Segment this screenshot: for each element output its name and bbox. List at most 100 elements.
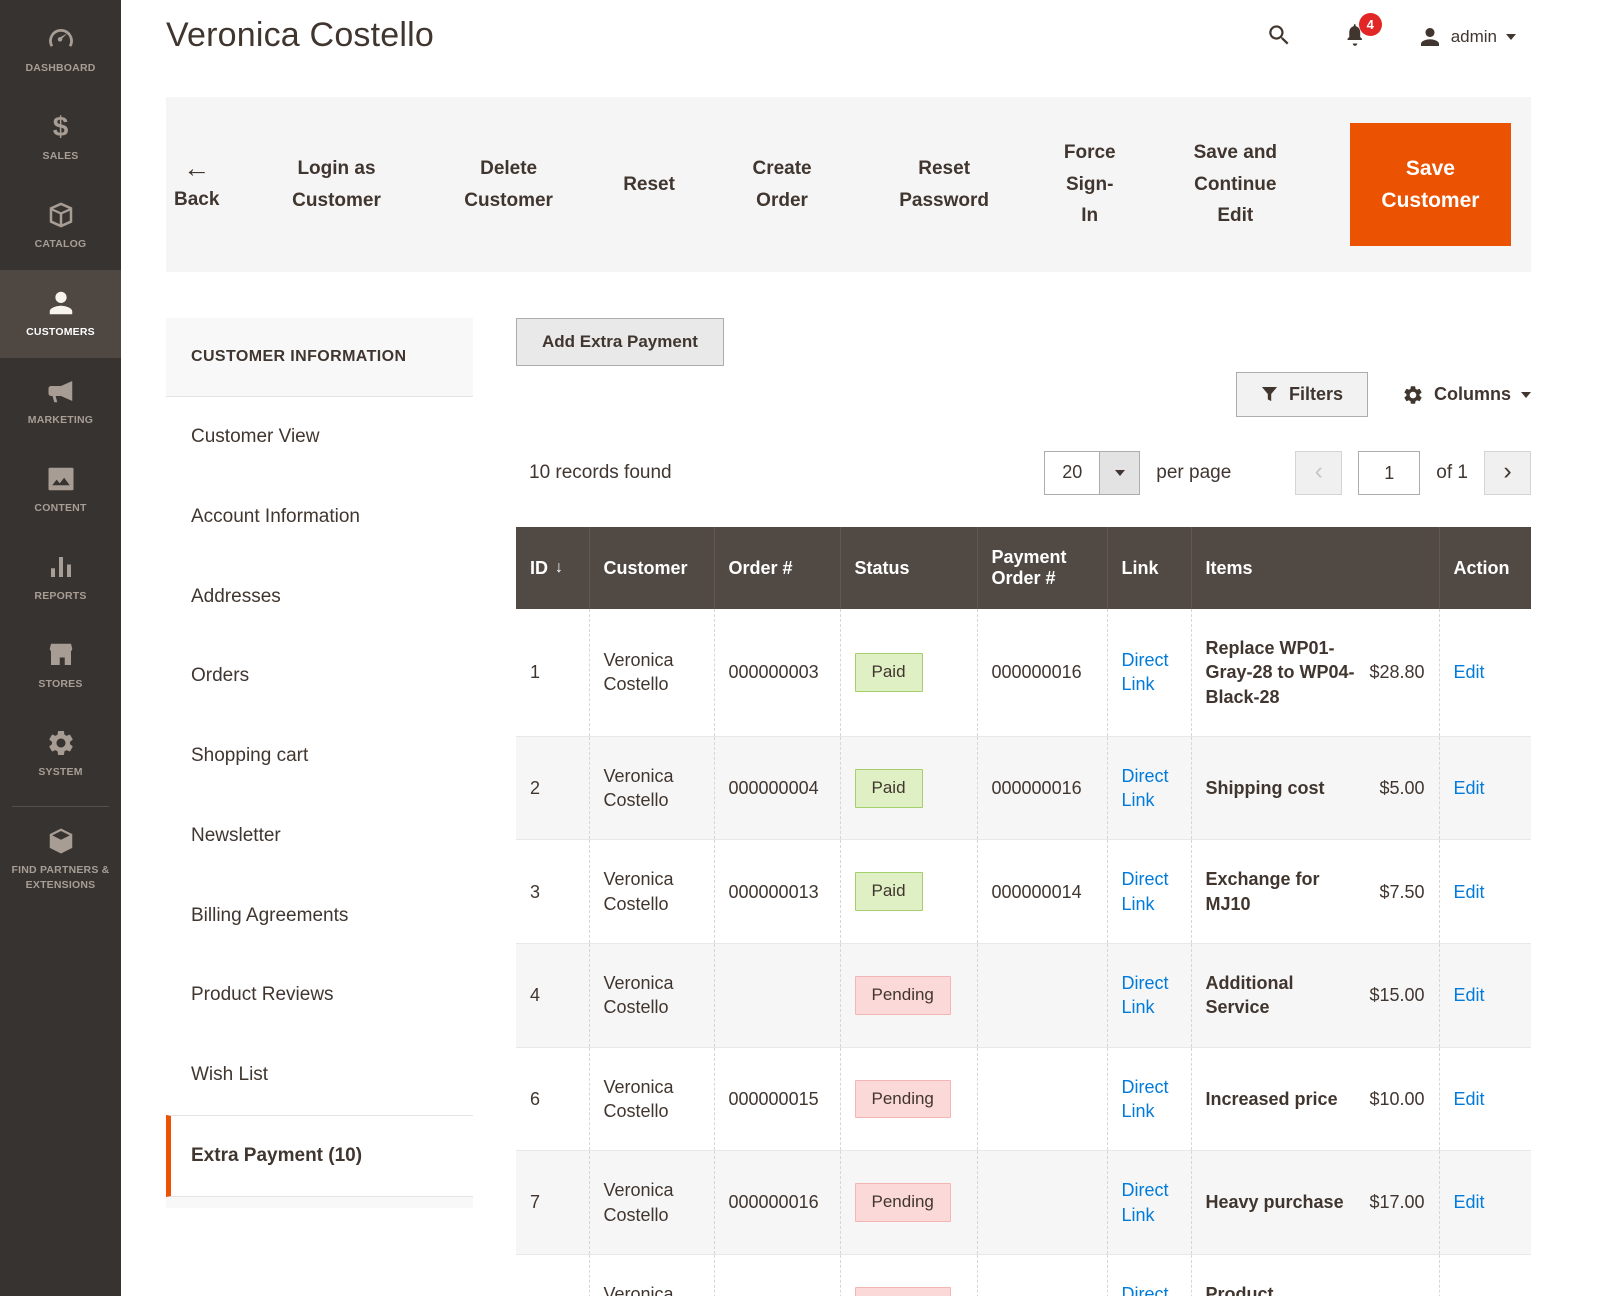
cell-status: Paid: [840, 840, 977, 944]
cell-order: 000000013: [714, 840, 840, 944]
cell-action: Edit: [1439, 609, 1531, 736]
cell-items: Exchange for MJ10 $7.50: [1191, 840, 1439, 944]
previous-page-button[interactable]: ‹: [1295, 451, 1342, 495]
records-row: 10 records found 20 per page ‹ of 1 ›: [516, 451, 1531, 495]
cell-link: Direct Link: [1107, 1254, 1191, 1296]
cell-payment-order: 000000014: [977, 840, 1107, 944]
admin-user-menu[interactable]: admin: [1418, 25, 1516, 49]
nav-item-product-reviews[interactable]: Product Reviews: [166, 955, 473, 1035]
filter-funnel-icon: [1261, 386, 1278, 403]
nav-item-account-information[interactable]: Account Information: [166, 477, 473, 557]
sidebar-item-find-partners[interactable]: FIND PARTNERS & EXTENSIONS: [0, 815, 121, 903]
edit-link[interactable]: Edit: [1454, 985, 1485, 1005]
nav-item-billing-agreements[interactable]: Billing Agreements: [166, 876, 473, 956]
chevron-down-icon: [1506, 34, 1516, 40]
delete-customer-button[interactable]: Delete Customer: [454, 153, 564, 216]
column-header-status[interactable]: Status: [840, 527, 977, 609]
nav-item-newsletter[interactable]: Newsletter: [166, 796, 473, 876]
cell-items: Heavy purchase $17.00: [1191, 1151, 1439, 1255]
columns-button[interactable]: Columns: [1402, 384, 1531, 406]
current-page-input[interactable]: [1358, 451, 1420, 495]
sidebar-item-label: SALES: [42, 149, 78, 163]
sidebar-item-marketing[interactable]: MARKETING: [0, 358, 121, 446]
direct-link[interactable]: Direct Link: [1122, 766, 1169, 810]
cell-payment-order: [977, 944, 1107, 1048]
edit-link[interactable]: Edit: [1454, 1089, 1485, 1109]
select-arrow-box: [1099, 452, 1139, 494]
edit-link[interactable]: Edit: [1454, 662, 1485, 682]
sidebar-item-label: CUSTOMERS: [26, 325, 95, 339]
nav-item-orders[interactable]: Orders: [166, 636, 473, 716]
cell-id: 4: [516, 944, 589, 1048]
sidebar-item-stores[interactable]: STORES: [0, 622, 121, 710]
direct-link[interactable]: Direct Link: [1122, 1284, 1169, 1296]
extra-payment-grid-panel: Add Extra Payment Filters Columns 10 rec…: [516, 318, 1531, 1296]
table-row: 6 Veronica Costello 000000015 Pending Di…: [516, 1047, 1531, 1151]
item-price: $10.00: [1369, 1087, 1424, 1111]
cell-link: Direct Link: [1107, 736, 1191, 840]
nav-item-wish-list[interactable]: Wish List: [166, 1035, 473, 1115]
filters-button[interactable]: Filters: [1236, 372, 1368, 417]
sidebar-item-sales[interactable]: $ SALES: [0, 94, 121, 182]
cell-action: Edit: [1439, 944, 1531, 1048]
column-header-id[interactable]: ID ↓: [516, 527, 589, 609]
sidebar-item-customers[interactable]: CUSTOMERS: [0, 270, 121, 358]
back-button[interactable]: ← Back: [174, 154, 219, 215]
direct-link[interactable]: Direct Link: [1122, 650, 1169, 694]
column-header-order[interactable]: Order #: [714, 527, 840, 609]
cell-order: 000000004: [714, 736, 840, 840]
direct-link[interactable]: Direct Link: [1122, 1077, 1169, 1121]
item-name: Heavy purchase: [1206, 1190, 1344, 1214]
table-row: 2 Veronica Costello 000000004 Paid 00000…: [516, 736, 1531, 840]
sidebar-item-dashboard[interactable]: DASHBOARD: [0, 6, 121, 94]
notifications-button[interactable]: 4: [1342, 22, 1368, 51]
login-as-customer-button[interactable]: Login as Customer: [279, 153, 394, 216]
save-customer-button[interactable]: Save Customer: [1350, 123, 1511, 246]
item-price: $17.00: [1369, 1190, 1424, 1214]
save-and-continue-button[interactable]: Save and Continue Edit: [1180, 137, 1290, 231]
status-badge: Pending: [855, 1080, 951, 1119]
column-header-payment-order[interactable]: Payment Order #: [977, 527, 1107, 609]
column-header-action[interactable]: Action: [1439, 527, 1531, 609]
sidebar-item-label: DASHBOARD: [25, 61, 95, 75]
columns-label: Columns: [1434, 384, 1511, 405]
next-page-button[interactable]: ›: [1484, 451, 1531, 495]
sales-dollar-icon: $: [53, 112, 69, 142]
direct-link[interactable]: Direct Link: [1122, 869, 1169, 913]
edit-link[interactable]: Edit: [1454, 882, 1485, 902]
direct-link[interactable]: Direct Link: [1122, 973, 1169, 1017]
nav-item-addresses[interactable]: Addresses: [166, 557, 473, 637]
nav-item-customer-view[interactable]: Customer View: [166, 397, 473, 477]
panel-footer: [166, 1197, 473, 1208]
page-size-select[interactable]: 20: [1044, 451, 1140, 495]
search-button[interactable]: [1266, 22, 1292, 51]
table-row: 4 Veronica Costello Pending Direct Link …: [516, 944, 1531, 1048]
nav-item-extra-payment[interactable]: Extra Payment (10): [166, 1115, 473, 1197]
column-header-customer[interactable]: Customer: [589, 527, 714, 609]
columns-gear-icon: [1402, 384, 1424, 406]
table-row: 8 Veronica Costello 000000016 Pending Di…: [516, 1254, 1531, 1296]
sidebar-item-catalog[interactable]: CATALOG: [0, 182, 121, 270]
create-order-button[interactable]: Create Order: [735, 153, 830, 216]
add-extra-payment-button[interactable]: Add Extra Payment: [516, 318, 724, 366]
column-header-items[interactable]: Items: [1191, 527, 1439, 609]
edit-link[interactable]: Edit: [1454, 778, 1485, 798]
cell-order: 000000016: [714, 1151, 840, 1255]
table-row: 7 Veronica Costello 000000016 Pending Di…: [516, 1151, 1531, 1255]
direct-link[interactable]: Direct Link: [1122, 1180, 1169, 1224]
reset-password-button[interactable]: Reset Password: [889, 153, 999, 216]
customer-information-panel: CUSTOMER INFORMATION Customer View Accou…: [166, 318, 473, 1296]
column-header-link[interactable]: Link: [1107, 527, 1191, 609]
reset-button[interactable]: Reset: [623, 169, 675, 200]
sidebar-item-reports[interactable]: REPORTS: [0, 534, 121, 622]
sidebar-item-system[interactable]: SYSTEM: [0, 710, 121, 798]
nav-item-shopping-cart[interactable]: Shopping cart: [166, 716, 473, 796]
cell-id: 3: [516, 840, 589, 944]
table-row: 3 Veronica Costello 000000013 Paid 00000…: [516, 840, 1531, 944]
force-sign-in-button[interactable]: Force Sign-In: [1059, 137, 1121, 231]
notification-count-badge: 4: [1359, 13, 1382, 36]
sidebar-item-content[interactable]: CONTENT: [0, 446, 121, 534]
sidebar-item-label: CONTENT: [34, 501, 86, 515]
sidebar-item-label: STORES: [38, 677, 82, 691]
edit-link[interactable]: Edit: [1454, 1192, 1485, 1212]
